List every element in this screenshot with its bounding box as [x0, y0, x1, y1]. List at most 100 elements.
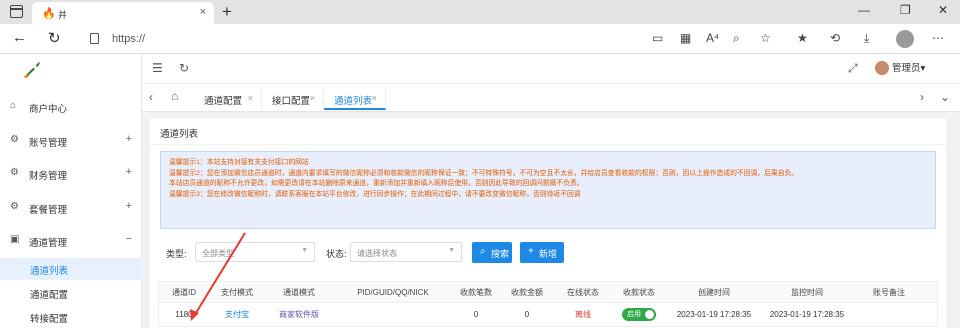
pid-value: [333, 303, 453, 326]
col-header[interactable]: 通道模式: [265, 282, 333, 302]
sidebar-item-label: 商户中心: [29, 104, 68, 115]
type-filter-label: 类型:: [166, 249, 187, 259]
sidebar-item-channel[interactable]: ▣ 通道管理 −: [0, 231, 142, 251]
type-select[interactable]: 全部类型 ▼: [195, 242, 315, 262]
sidebar-item-label: 账号管理: [29, 138, 68, 149]
zoom-icon[interactable]: ⌕: [733, 31, 740, 46]
notice-box: 温馨提示1：本站支持对接有关支付接口的网站 温馨提示2：您在添加微信店员通道时，…: [160, 151, 936, 229]
pay-mode: 支付宝: [225, 310, 249, 319]
more-options-icon[interactable]: ⋯: [932, 31, 944, 45]
address-bar[interactable]: https://: [80, 28, 640, 50]
apps-grid-icon[interactable]: ▦: [680, 31, 691, 45]
tab-channel-config[interactable]: 通道配置 ×: [194, 88, 262, 110]
gear-icon: ⚙: [10, 134, 19, 145]
receive-status-toggle[interactable]: 启用: [622, 308, 656, 321]
admin-menu[interactable]: 管理员▾: [875, 60, 926, 76]
col-header[interactable]: PID/GUID/QQ/NICK: [333, 282, 453, 302]
tab-channel-list[interactable]: 通道列表 ×: [324, 88, 386, 110]
maximize-icon[interactable]: ❐: [900, 3, 911, 17]
favorites-icon[interactable]: ★: [797, 31, 808, 45]
close-tab-icon[interactable]: ×: [200, 6, 206, 18]
sidebar-subitem-channel-config[interactable]: 通道配置: [0, 282, 142, 304]
gear-icon: ⚙: [10, 201, 19, 212]
receive-status-cell: 启用: [611, 303, 667, 326]
sidebar-item-package[interactable]: ⚙ 套餐管理 +: [0, 198, 142, 218]
sidebar-subitem-label: 转接配置: [30, 314, 69, 325]
tab-actions-icon[interactable]: [10, 5, 23, 18]
tabs-left-icon[interactable]: ‹: [149, 90, 153, 104]
reload-icon[interactable]: ↻: [48, 29, 61, 47]
collapse-icon[interactable]: −: [126, 233, 132, 245]
account-remark: [853, 303, 925, 326]
screencast-icon[interactable]: ▭: [652, 31, 663, 45]
tab-label: 接口配置: [272, 96, 311, 107]
notice-line: 温馨提示1：本站支持对接有关支付接口的网站: [169, 159, 309, 166]
toggle-label: 启用: [627, 311, 641, 318]
col-header[interactable]: 收款笔数: [453, 282, 499, 302]
close-window-icon[interactable]: ✕: [938, 3, 948, 17]
refresh-icon[interactable]: ↻: [179, 61, 189, 75]
home-icon[interactable]: ⌂: [171, 89, 178, 103]
minimize-icon[interactable]: —: [858, 3, 870, 17]
sidebar-subitem-channel-list[interactable]: 通道列表: [0, 258, 142, 280]
search-icon: ⌕: [480, 246, 486, 257]
url-text[interactable]: https://: [112, 33, 145, 45]
back-icon[interactable]: ←: [12, 29, 27, 46]
col-header[interactable]: 创建时间: [667, 282, 761, 302]
grid-icon: ▣: [10, 234, 20, 245]
sidebar-subitem-transfer-config[interactable]: 转接配置: [0, 306, 142, 328]
close-icon[interactable]: ×: [248, 93, 253, 103]
divider: [150, 144, 946, 145]
add-button-label: 新增: [539, 249, 558, 259]
gear-icon: ⚙: [10, 167, 19, 178]
type-select-value: 全部类型: [202, 249, 234, 258]
profile-avatar[interactable]: [896, 30, 914, 48]
read-aloud-icon[interactable]: A⁴: [706, 31, 719, 45]
tab-interface-config[interactable]: 接口配置 ×: [262, 88, 324, 110]
tabs-right-icon[interactable]: ›: [920, 90, 924, 104]
search-button-label: 搜索: [491, 249, 510, 259]
chevron-down-icon[interactable]: ⌄: [940, 90, 950, 104]
sidebar-item-label: 通道管理: [29, 238, 68, 249]
downloads-icon[interactable]: ⤓: [864, 31, 869, 46]
col-header[interactable]: 收款状态: [611, 282, 667, 302]
chevron-down-icon: ▼: [301, 247, 308, 254]
history-icon[interactable]: ⟲: [830, 31, 840, 45]
col-header[interactable]: 通道ID: [159, 282, 209, 302]
menu-toggle-icon[interactable]: ☰: [152, 61, 163, 75]
col-header[interactable]: 在线状态: [555, 282, 611, 302]
sidebar-item-finance[interactable]: ⚙ 财务管理 +: [0, 164, 142, 184]
expand-icon[interactable]: +: [126, 200, 132, 212]
admin-label: 管理员: [892, 63, 921, 74]
page-info-icon[interactable]: [90, 33, 99, 44]
channel-mode[interactable]: 商家软件版: [265, 303, 333, 326]
col-header[interactable]: 支付模式: [209, 282, 265, 302]
favicon-icon: 🔥: [42, 8, 56, 20]
close-icon[interactable]: ×: [372, 93, 377, 103]
fullscreen-icon[interactable]: ⤢: [848, 61, 858, 76]
sidebar-item-account[interactable]: ⚙ 账号管理 +: [0, 131, 142, 151]
col-header[interactable]: 账号备注: [853, 282, 925, 302]
browser-tab[interactable]: 🔥 并 ×: [32, 2, 214, 24]
chevron-down-icon: ▾: [920, 63, 926, 74]
table-row[interactable]: 1180 支付宝 商家软件版 0 0 离线 启用 2023-01-19 17:2…: [158, 303, 938, 327]
plus-icon: +: [528, 246, 534, 257]
expand-icon[interactable]: +: [126, 166, 132, 178]
sidebar-subitem-label: 通道列表: [30, 266, 69, 277]
status-select[interactable]: 请选择状态 ▼: [350, 242, 462, 262]
add-favorite-icon[interactable]: ☆: [760, 31, 771, 45]
col-header[interactable]: 监控时间: [761, 282, 853, 302]
new-tab-button[interactable]: +: [222, 2, 232, 22]
receive-amount: 0: [524, 310, 530, 319]
toggle-knob: [645, 310, 654, 319]
col-header[interactable]: 收款金额: [499, 282, 555, 302]
sidebar-item-merchant-center[interactable]: ⌂ 商户中心: [0, 97, 142, 117]
browser-tab-title: 并: [58, 10, 68, 20]
expand-icon[interactable]: +: [126, 133, 132, 145]
close-icon[interactable]: ×: [310, 93, 315, 103]
search-button[interactable]: ⌕ 搜索: [472, 242, 512, 263]
sidebar: ⌂ 商户中心 ⚙ 账号管理 + ⚙ 财务管理 + ⚙ 套餐管理 + ▣ 通道管理…: [0, 54, 142, 328]
add-button[interactable]: + 新增: [520, 242, 564, 263]
notice-line: 本站店员通道的昵称不允许更改，如需更改请在本站删除原来通道，重新添加并重新填入昵…: [169, 180, 584, 187]
app-header: ☰ ↻ ⤢ 管理员▾: [142, 54, 960, 84]
